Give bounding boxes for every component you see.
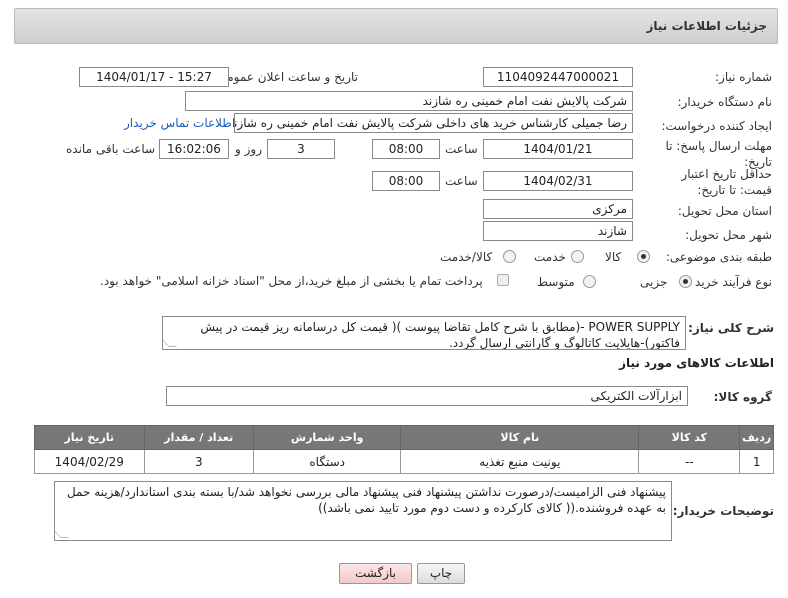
header-bar: جزئیات اطلاعات نیاز [14, 8, 778, 44]
print-button[interactable]: چاپ [417, 563, 465, 584]
cell-goods-name: یونیت منبع تغذیه [400, 449, 640, 474]
cell-need-date: 1404/02/29 [34, 449, 145, 474]
cell-quantity: 3 [143, 449, 255, 474]
general-description-box: POWER SUPPLY -(مطابق با شرح کامل تقاضا پ… [162, 316, 686, 350]
process-minor-radio[interactable] [679, 275, 692, 288]
remaining-days: 3 [267, 139, 335, 159]
buyer-notes-label: توضیحات خریدار: [672, 504, 774, 518]
cell-goods-code: -- [638, 449, 741, 474]
category-label: طبقه بندی موضوعی: [665, 250, 772, 264]
buyer-contact-link[interactable]: اطلاعات تماس خریدار [124, 116, 235, 130]
col-row-number: ردیف [739, 425, 774, 450]
col-need-date: تاریخ نیاز [34, 425, 145, 450]
process-medium-label: متوسط [537, 275, 575, 289]
need-number-label: شماره نیاز: [715, 70, 772, 84]
table-row: 1 -- یونیت منبع تغذیه دستگاه 3 1404/02/2… [34, 449, 774, 474]
remaining-time-label: ساعت باقی مانده [66, 142, 156, 156]
col-quantity: تعداد / مقدار [143, 425, 255, 450]
treasury-note: پرداخت تمام یا بخشی از مبلغ خرید،از محل … [100, 274, 483, 288]
category-goods-service-label: کالا/خدمت [440, 250, 493, 264]
buyer-notes-text: پیشنهاد فنی الزامیست/درصورت نداشتن پیشنه… [66, 485, 666, 515]
goods-group-label: گروه کالا: [713, 390, 772, 404]
delivery-city-field: شازند [483, 221, 633, 241]
cell-unit: دستگاه [252, 449, 402, 474]
buyer-notes-box: پیشنهاد فنی الزامیست/درصورت نداشتن پیشنه… [54, 481, 672, 541]
announce-datetime-label: تاریخ و ساعت اعلان عمومی: [213, 70, 358, 84]
page-title: جزئیات اطلاعات نیاز [646, 19, 767, 33]
delivery-province-label: استان محل تحویل: [677, 204, 772, 218]
resize-grip-icon[interactable] [55, 530, 69, 538]
price-validity-date: 1404/02/31 [483, 171, 633, 191]
price-time-label: ساعت [445, 174, 478, 188]
price-validity-time: 08:00 [372, 171, 440, 191]
buyer-org-label: نام دستگاه خریدار: [677, 95, 773, 109]
category-service-label: خدمت [534, 250, 566, 264]
process-medium-radio[interactable] [583, 275, 596, 288]
goods-table: ردیف کد کالا نام کالا واحد شمارش تعداد /… [34, 425, 774, 474]
goods-group-field: ابزارآلات الکتریکی [166, 386, 688, 406]
category-goods-radio[interactable] [637, 250, 650, 263]
delivery-city-label: شهر محل تحویل: [685, 228, 772, 242]
need-number-field: 1104092447000021 [483, 67, 633, 87]
process-minor-label: جزیی [640, 275, 668, 289]
cell-row-number: 1 [739, 449, 774, 474]
col-goods-code: کد کالا [638, 425, 741, 450]
buyer-org-field: شرکت پالایش نفت امام خمینی ره شازند [185, 91, 633, 111]
category-goods-label: کالا [605, 250, 622, 264]
price-validity-label: حداقل تاریخ اعتبار قیمت: تا تاریخ: [681, 167, 772, 197]
general-description-text: POWER SUPPLY -(مطابق با شرح کامل تقاضا پ… [200, 320, 680, 350]
treasury-checkbox[interactable] [497, 274, 509, 286]
goods-table-header: ردیف کد کالا نام کالا واحد شمارش تعداد /… [34, 425, 774, 450]
back-button[interactable]: بازگشت [339, 563, 412, 584]
resize-grip-icon[interactable] [163, 339, 177, 347]
requester-label: ایجاد کننده درخواست: [661, 119, 772, 133]
reply-deadline-date: 1404/01/21 [483, 139, 633, 159]
category-service-radio[interactable] [571, 250, 584, 263]
col-unit: واحد شمارش [252, 425, 402, 450]
days-label: روز و [235, 142, 262, 156]
col-goods-name: نام کالا [400, 425, 640, 450]
process-type-label: نوع فرآیند خرید : [687, 275, 772, 289]
delivery-province-field: مرکزی [483, 199, 633, 219]
category-goods-service-radio[interactable] [503, 250, 516, 263]
requester-field: رضا جمیلی کارشناس خرید های داخلی شرکت پا… [234, 113, 633, 133]
reply-time-label: ساعت [445, 142, 478, 156]
announce-datetime-field: 1404/01/17 - 15:27 [79, 67, 229, 87]
general-description-label: شرح کلی نیاز: [688, 321, 774, 335]
remaining-time: 16:02:06 [159, 139, 229, 159]
goods-info-title: اطلاعات کالاهای مورد نیاز [619, 356, 774, 370]
reply-deadline-time: 08:00 [372, 139, 440, 159]
